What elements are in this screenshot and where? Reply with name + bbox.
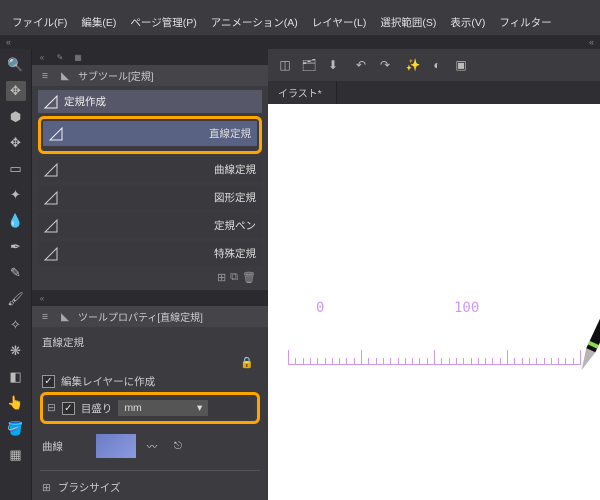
fillwhite-icon[interactable]: ◐ [428,56,446,74]
pen-icon[interactable]: ✒ [6,237,26,257]
tool-tab-icon[interactable]: ▦ [72,51,84,63]
highlight-selected-tool: 直線定規 [38,116,262,154]
brush-tab-icon[interactable]: ✎ [54,51,66,63]
brush-size-label: ブラシサイズ [58,480,120,495]
add-icon[interactable]: ⊞ [217,271,226,284]
ruler-icon: ◣ [58,310,72,324]
lock-icon[interactable]: 🔒 [240,356,254,369]
canvas-toolbar: ◫ 🗂 ⬇ ↶ ↷ ✨ ◐ ▣ [268,49,600,81]
curve-straight-icon[interactable] [96,434,136,458]
ruler-scale-100: 100 [454,300,479,316]
clear-icon[interactable]: ✨ [404,56,422,74]
menu-icon[interactable]: ≡ [38,69,52,83]
main-toolbar: 🔍 ✥ ⬢ ✥ ▭ ✦ 💧 ✒ ✎ 🖌 ✧ ❋ ◧ 👆 🪣 ▦ [0,49,32,500]
duplicate-icon[interactable]: ⧉ [230,271,238,284]
menu-filter[interactable]: フィルター [499,15,551,30]
curve-ruler-icon [44,163,58,177]
tool-label: 曲線定規 [214,162,256,177]
tool-label: 特殊定規 [214,246,256,261]
menu-sel[interactable]: 選択範囲(S) [380,15,436,30]
tool-special-ruler[interactable]: 特殊定規 [38,241,262,266]
undo-icon[interactable]: ↶ [352,56,370,74]
eraser-icon[interactable]: ◧ [6,367,26,387]
open-icon[interactable]: 🗂 [300,56,318,74]
menu-layer[interactable]: レイヤー(L) [312,15,367,30]
menu-page[interactable]: ページ管理(P) [130,15,196,30]
chevron-down-icon: ▾ [197,402,202,414]
tool-line-ruler[interactable]: 直線定規 [43,121,257,146]
collapse-left-icon[interactable]: « [6,37,11,47]
menu-view[interactable]: 表示(V) [450,15,485,30]
new-icon[interactable]: ◫ [276,56,294,74]
curve-label: 曲線 [42,439,90,454]
scale-checkbox[interactable] [62,402,75,415]
airbrush-icon[interactable]: ✧ [6,315,26,335]
menubar: ファイル(F) 編集(E) ページ管理(P) アニメーション(A) レイヤー(L… [0,10,600,35]
fill-icon[interactable]: 🪣 [6,419,26,439]
tool-ruler-pen[interactable]: 定規ペン [38,213,262,238]
pencil-icon[interactable]: ✎ [6,263,26,283]
menu-anim[interactable]: アニメーション(A) [211,15,298,30]
edit-layer-label: 編集レイヤーに作成 [61,374,155,389]
toolprop-title: ツールプロパティ[直線定規] [78,309,203,324]
brush-icon[interactable]: 🖌 [6,289,26,309]
subtool-header: ≡ ◣ サブツール[定規] [32,65,268,86]
line-ruler-icon [49,127,63,141]
sub-move-icon[interactable]: ✥ [6,133,26,153]
special-ruler-icon [44,247,58,261]
menu-icon[interactable]: ≡ [38,310,52,324]
delete-icon[interactable]: 🗑 [242,271,256,284]
ruler-group-icon [44,95,58,109]
move-icon[interactable]: ✥ [6,81,26,101]
group-label: 定規作成 [64,94,106,109]
ruler-icon: ◣ [58,69,72,83]
collapse-mid-icon[interactable]: « [589,37,594,47]
expand-brush-icon[interactable]: ⊞ [42,482,52,494]
menu-edit[interactable]: 編集(E) [81,15,116,30]
unit-value: mm [124,402,142,414]
tool-label: 図形定規 [214,190,256,205]
marquee-icon[interactable]: ▭ [6,159,26,179]
highlight-scale-row: ⊟ 目盛り mm ▾ [40,392,260,424]
tool-shape-ruler[interactable]: 図形定規 [38,185,262,210]
shape-ruler-icon [44,191,58,205]
subtool-title: サブツール[定規] [78,68,154,83]
stylus-pen [585,114,600,354]
document-tab[interactable]: イラスト* [268,81,337,104]
operation-icon[interactable]: ⬢ [6,107,26,127]
ruler-guide[interactable] [288,348,580,372]
curve-spline-icon[interactable]: 〰 [142,436,162,456]
subtool-tabrow: « ✎ ▦ [32,49,268,65]
magnify-icon[interactable]: 🔍 [6,55,26,75]
toolprop-header: ≡ ◣ ツールプロパティ[直線定規] [32,306,268,327]
wand-icon[interactable]: ✦ [6,185,26,205]
redo-icon[interactable]: ↷ [376,56,394,74]
canvas[interactable]: 0 100 [268,104,600,500]
deco-icon[interactable]: ❋ [6,341,26,361]
tool-curve-ruler[interactable]: 曲線定規 [38,157,262,182]
eyedropper-icon[interactable]: 💧 [6,211,26,231]
blend-icon[interactable]: 👆 [6,393,26,413]
prop-collapse-icon[interactable]: « [36,292,48,304]
tool-label: 定規ペン [214,218,256,233]
prop-sub-label: 直線定規 [40,331,260,354]
subtool-group-header[interactable]: 定規作成 [38,90,262,113]
unit-select[interactable]: mm ▾ [118,400,208,416]
expand-icon[interactable]: ⊟ [47,402,56,414]
curve-bezier-icon[interactable]: ⎋ [168,436,188,456]
gradient-icon[interactable]: ▦ [6,445,26,465]
collapse-icon[interactable]: « [36,51,48,63]
menu-file[interactable]: ファイル(F) [12,15,67,30]
save-icon[interactable]: ⬇ [324,56,342,74]
scale-label: 目盛り [81,401,113,416]
ruler-scale-0: 0 [316,300,324,316]
ruler-pen-icon [44,219,58,233]
tool-label: 直線定規 [209,126,251,141]
deselect-icon[interactable]: ▣ [452,56,470,74]
edit-layer-checkbox[interactable] [42,375,55,388]
